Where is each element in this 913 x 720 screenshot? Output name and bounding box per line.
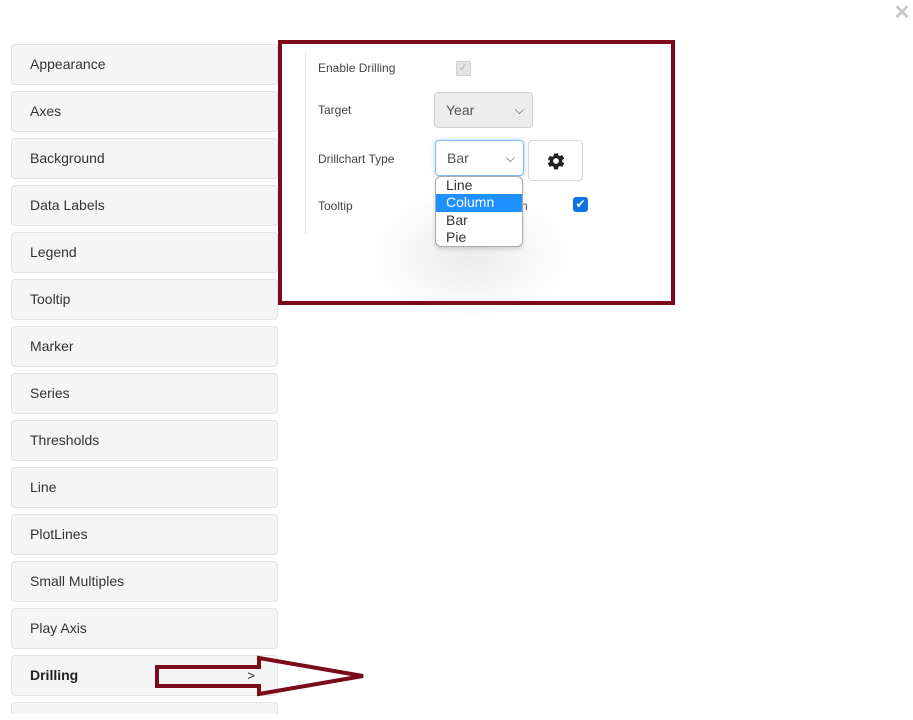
annotation-arrow-icon xyxy=(155,655,364,697)
sidebar-item-label: PlotLines xyxy=(30,526,88,542)
sidebar-item-label: Data Labels xyxy=(30,197,105,213)
close-icon[interactable]: ✕ xyxy=(893,2,911,24)
sidebar-item-next[interactable] xyxy=(11,702,278,714)
settings-sidebar: Appearance Axes Background Data Labels L… xyxy=(11,44,278,720)
sidebar-item-label: Legend xyxy=(30,244,77,260)
sidebar-item-legend[interactable]: Legend xyxy=(11,232,278,273)
sidebar-item-label: Small Multiples xyxy=(30,573,125,589)
sidebar-item-thresholds[interactable]: Thresholds xyxy=(11,420,278,461)
sidebar-item-series[interactable]: Series xyxy=(11,373,278,414)
sidebar-item-background[interactable]: Background xyxy=(11,138,278,179)
sidebar-item-label: Axes xyxy=(30,103,62,119)
sidebar-item-label: Tooltip xyxy=(30,291,71,307)
sidebar-item-label: Drilling xyxy=(30,667,79,683)
sidebar-item-line[interactable]: Line xyxy=(11,467,278,508)
sidebar-item-plotlines[interactable]: PlotLines xyxy=(11,514,278,555)
sidebar-item-tooltip[interactable]: Tooltip xyxy=(11,279,278,320)
sidebar-item-small-multiples[interactable]: Small Multiples xyxy=(11,561,278,602)
sidebar-item-label: Appearance xyxy=(30,56,106,72)
sidebar-item-label: Line xyxy=(30,479,57,495)
sidebar-item-label: Background xyxy=(30,150,105,166)
sidebar-item-label: Series xyxy=(30,385,70,401)
sidebar-item-label: Thresholds xyxy=(30,432,100,448)
annotation-highlight-box xyxy=(278,40,675,305)
sidebar-item-axes[interactable]: Axes xyxy=(11,91,278,132)
sidebar-item-play-axis[interactable]: Play Axis xyxy=(11,608,278,649)
sidebar-item-appearance[interactable]: Appearance xyxy=(11,44,278,85)
sidebar-item-label: Play Axis xyxy=(30,620,87,636)
sidebar-item-marker[interactable]: Marker xyxy=(11,326,278,367)
sidebar-item-label: Marker xyxy=(30,338,74,354)
sidebar-item-data-labels[interactable]: Data Labels xyxy=(11,185,278,226)
